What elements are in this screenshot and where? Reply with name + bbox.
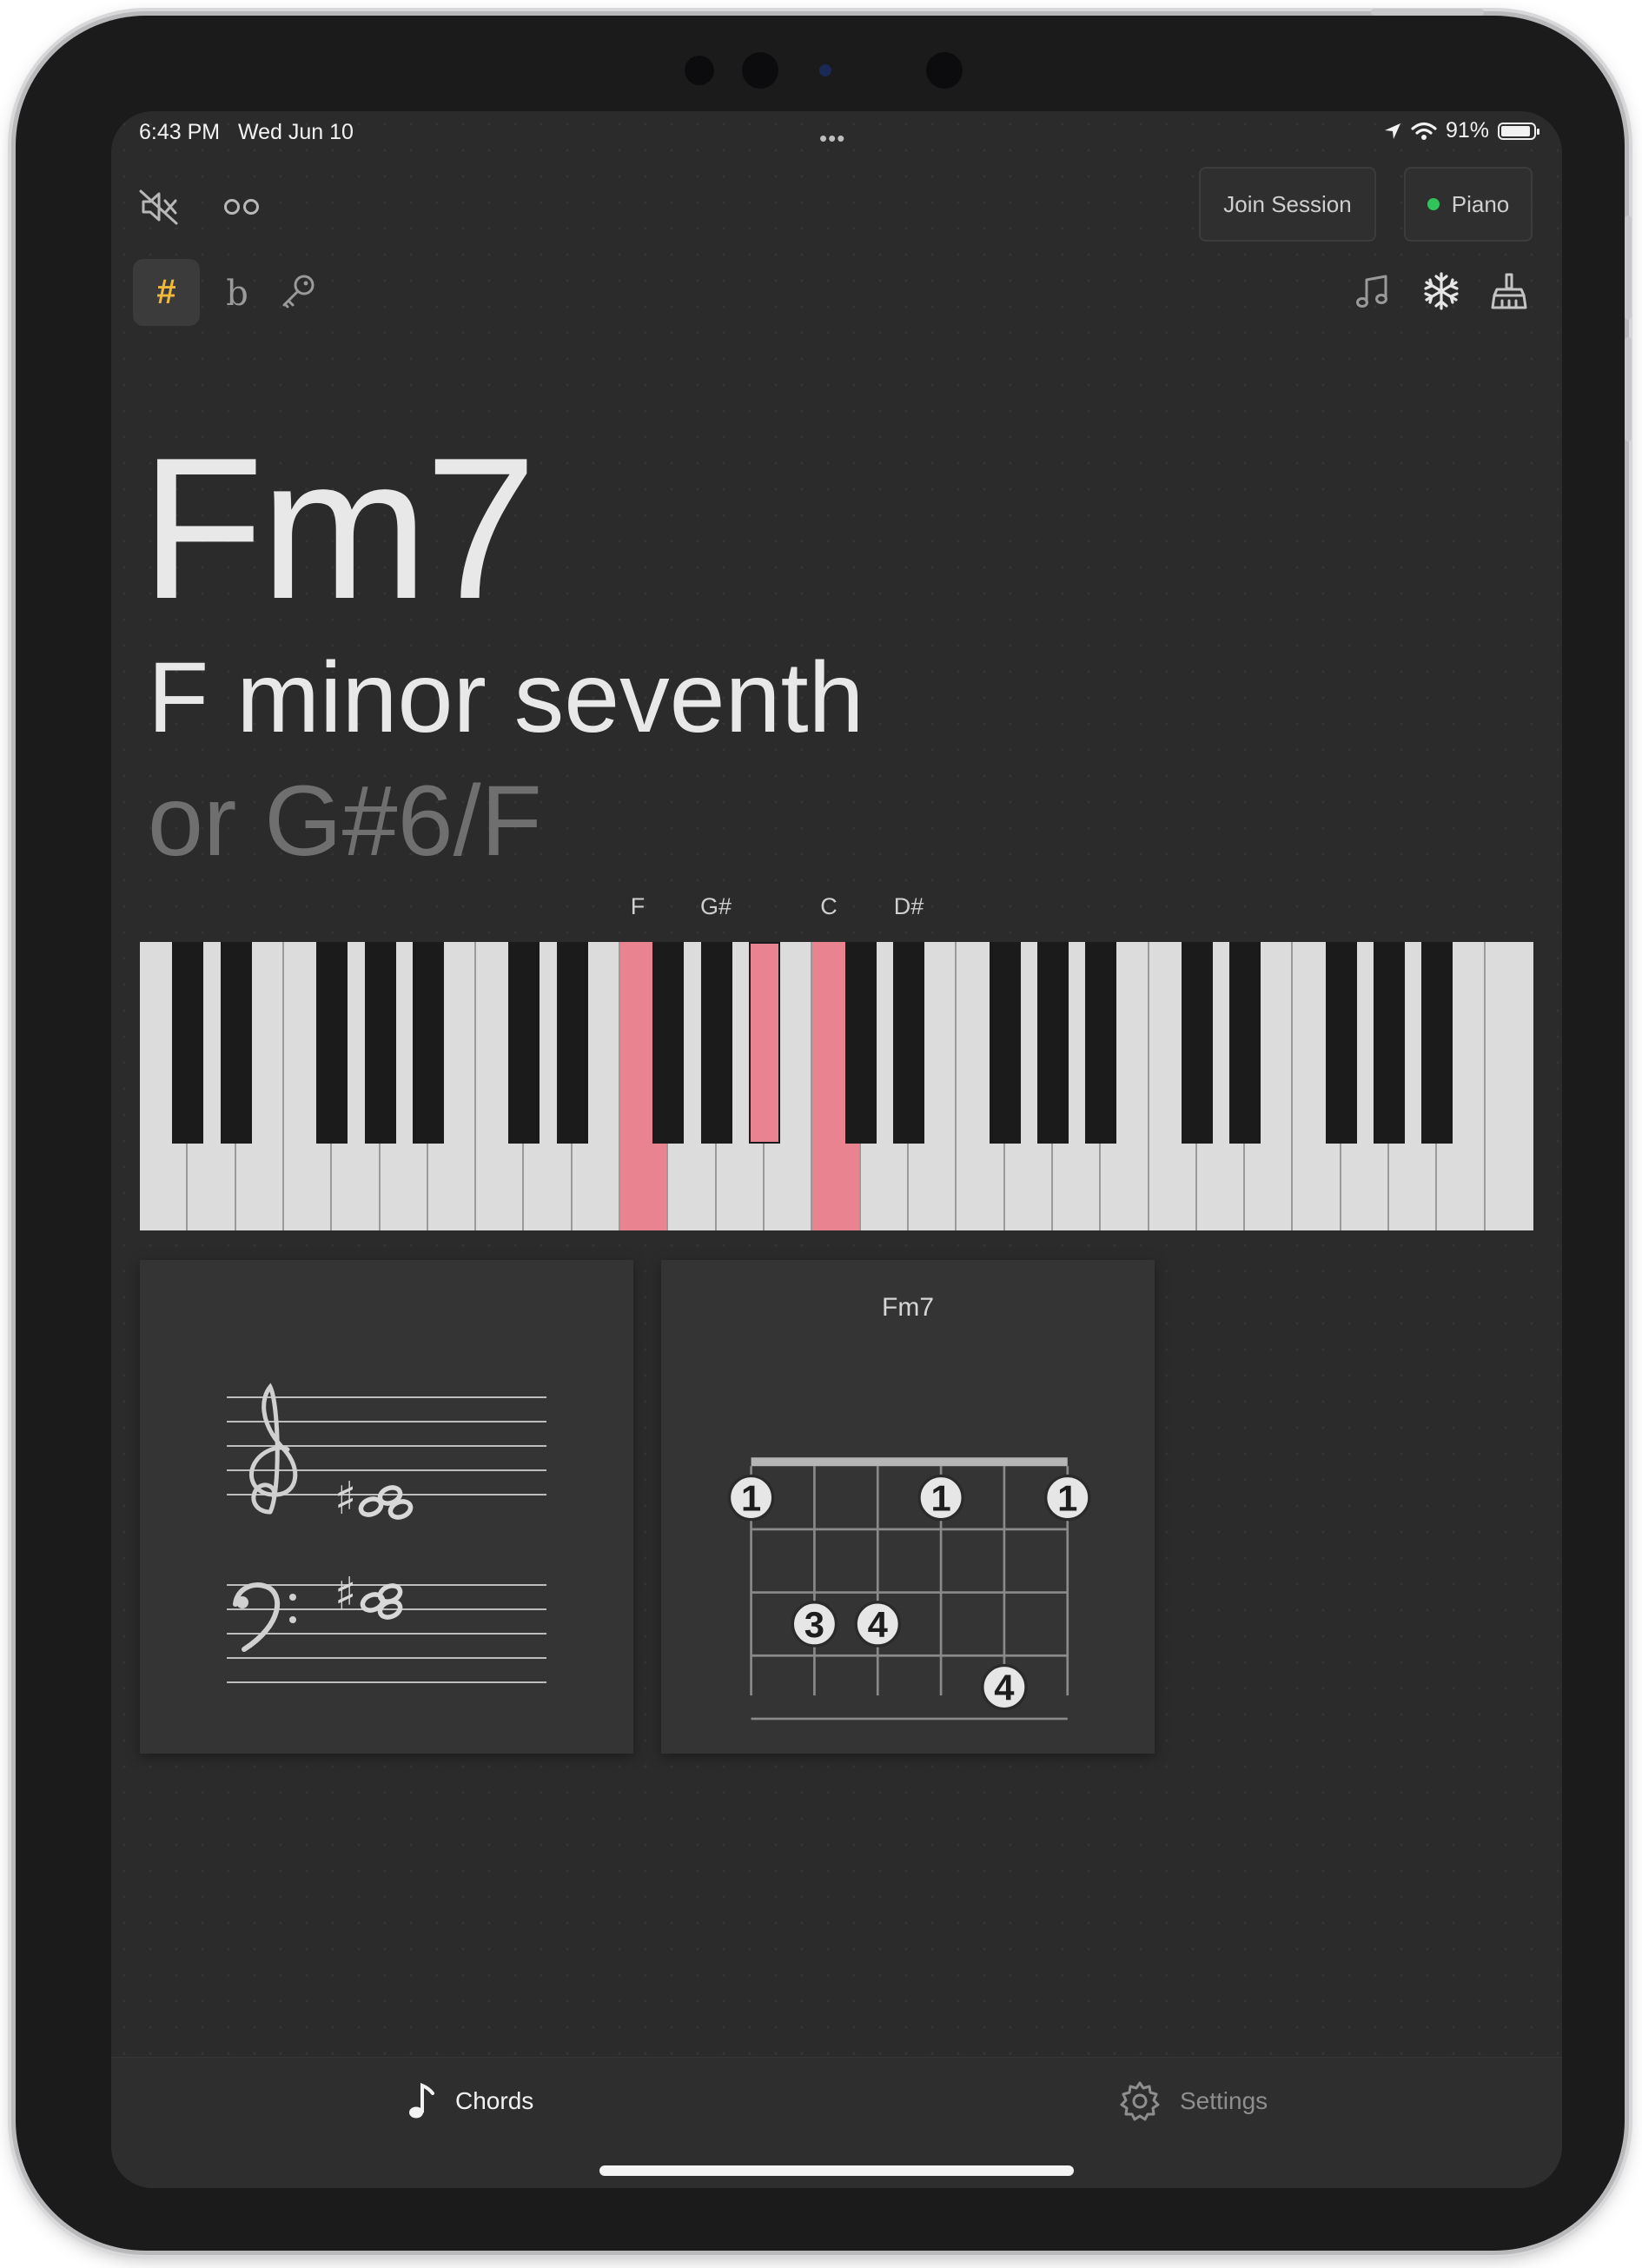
music-note-icon xyxy=(409,2083,434,2119)
status-time: 6:43 PM xyxy=(139,120,221,144)
black-key[interactable] xyxy=(1421,942,1453,1144)
location-arrow-icon xyxy=(1384,123,1400,139)
finger-number: 4 xyxy=(994,1668,1014,1708)
status-right: 91% xyxy=(1383,118,1539,143)
home-indicator[interactable] xyxy=(599,2165,1074,2176)
bass-clef-icon xyxy=(233,1582,296,1652)
treble-sharp: ♯ xyxy=(334,1473,356,1525)
status-date: Wed Jun 10 xyxy=(237,120,354,144)
sharp-toggle[interactable]: # xyxy=(133,259,200,326)
wifi-icon xyxy=(1411,122,1437,140)
key-icon xyxy=(282,275,314,308)
black-key[interactable] xyxy=(1085,942,1117,1144)
chord-symbol: Fm7 xyxy=(141,416,537,641)
black-key[interactable] xyxy=(1036,942,1069,1144)
guitar-chord-card[interactable]: Fm7 1 1 1 3 4 4 xyxy=(661,1260,1155,1754)
chord-full-name: F minor seventh xyxy=(148,642,864,753)
instrument-button[interactable]: Piano xyxy=(1404,167,1533,242)
note-label-dsharp: D# xyxy=(893,893,924,919)
chord-alternative: or G#6/F xyxy=(148,766,542,877)
tab-settings-label: Settings xyxy=(1180,2087,1268,2114)
sensor-icon xyxy=(926,52,963,89)
bass-note-cluster xyxy=(360,1583,403,1620)
note-label-c: C xyxy=(820,893,838,919)
volume-down-button xyxy=(1625,337,1632,441)
black-key[interactable] xyxy=(172,942,204,1144)
treble-note-cluster xyxy=(358,1485,414,1520)
black-key[interactable] xyxy=(508,942,540,1144)
battery-icon xyxy=(1498,122,1539,140)
broom-icon xyxy=(1491,273,1527,309)
black-key[interactable] xyxy=(1325,942,1357,1144)
sharp-label: # xyxy=(156,273,176,311)
glasses-icon xyxy=(224,199,259,215)
sensor-icon xyxy=(685,56,714,85)
guitar-fretboard: 1 1 1 3 4 4 xyxy=(727,1457,1091,1721)
black-key[interactable] xyxy=(749,942,781,1144)
instrument-label: Piano xyxy=(1451,190,1510,217)
multitasking-dots[interactable]: ••• xyxy=(819,125,845,152)
ipad-frame: 6:43 PM Wed Jun 10 ••• 91% Join Session … xyxy=(16,9,1632,2251)
key-button[interactable] xyxy=(268,261,328,322)
join-session-button[interactable]: Join Session xyxy=(1199,167,1376,242)
sensor-icon xyxy=(742,52,778,89)
tab-bar: Chords Settings xyxy=(111,2057,1562,2188)
finger-number: 1 xyxy=(930,1478,950,1519)
black-key[interactable] xyxy=(700,942,732,1144)
treble-clef-icon xyxy=(248,1383,298,1515)
top-button xyxy=(1371,9,1484,16)
mute-button[interactable] xyxy=(129,181,189,233)
instrument-status-dot xyxy=(1427,198,1440,210)
snowflake-icon xyxy=(1424,272,1459,310)
black-key[interactable] xyxy=(844,942,877,1144)
clear-button[interactable] xyxy=(1479,261,1539,322)
black-key[interactable] xyxy=(556,942,588,1144)
black-key[interactable] xyxy=(892,942,924,1144)
flat-toggle[interactable]: b xyxy=(215,263,259,324)
black-key[interactable] xyxy=(1229,942,1261,1144)
piano-keyboard[interactable] xyxy=(140,942,1533,1230)
glasses-button[interactable] xyxy=(211,181,272,233)
black-key[interactable] xyxy=(1181,942,1213,1144)
black-key[interactable] xyxy=(316,942,348,1144)
black-key[interactable] xyxy=(652,942,685,1144)
tab-chords[interactable]: Chords xyxy=(407,2058,533,2145)
black-key[interactable] xyxy=(220,942,252,1144)
note-label-gsharp: G# xyxy=(699,893,732,919)
tab-settings[interactable]: Settings xyxy=(1119,2058,1268,2145)
guitar-chord-title: Fm7 xyxy=(882,1293,934,1322)
status-bar: 6:43 PM Wed Jun 10 ••• 91% xyxy=(111,111,1562,155)
status-datetime: 6:43 PM Wed Jun 10 xyxy=(139,120,354,145)
bass-sharp: ♯ xyxy=(334,1568,356,1621)
staff-notation-card[interactable]: ♯ ♯ xyxy=(140,1260,633,1754)
front-camera-icon xyxy=(819,64,831,76)
tab-chords-label: Chords xyxy=(455,2087,534,2114)
finger-number: 1 xyxy=(1057,1478,1077,1519)
finger-number: 3 xyxy=(804,1604,824,1645)
staff-notation: ♯ ♯ xyxy=(227,1383,546,1683)
white-key[interactable] xyxy=(1485,942,1533,1230)
black-key[interactable] xyxy=(412,942,444,1144)
speaker-muted-icon xyxy=(139,189,178,225)
music-notes-icon xyxy=(1356,275,1387,308)
app-screen: 6:43 PM Wed Jun 10 ••• 91% Join Session … xyxy=(111,111,1562,2188)
black-key[interactable] xyxy=(1374,942,1406,1144)
battery-percent: 91% xyxy=(1445,118,1489,143)
finger-number: 1 xyxy=(741,1478,761,1519)
gear-icon xyxy=(1120,2081,1160,2121)
note-label-f: F xyxy=(630,893,646,919)
finger-number: 4 xyxy=(868,1604,888,1645)
notes-button[interactable] xyxy=(1343,261,1404,322)
black-key[interactable] xyxy=(989,942,1021,1144)
black-key[interactable] xyxy=(364,942,396,1144)
freeze-button[interactable] xyxy=(1411,261,1472,322)
volume-up-button xyxy=(1625,216,1632,320)
